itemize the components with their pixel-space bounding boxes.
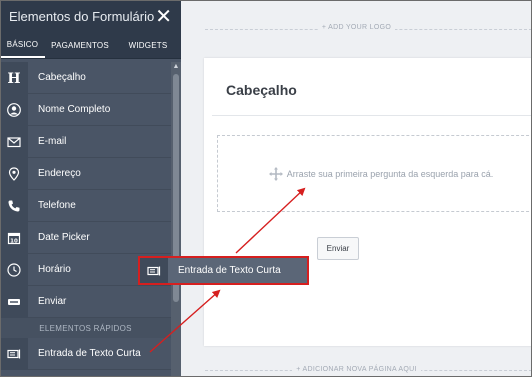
- sidebar-tabs: BÁSICO PAGAMENTOS WIDGETS: [0, 33, 181, 59]
- add-page-label[interactable]: + ADICIONAR NOVA PÁGINA AQUI: [292, 366, 421, 373]
- dragged-short-text-element[interactable]: Entrada de Texto Curta: [138, 256, 309, 285]
- add-logo-link[interactable]: + ADD YOUR LOGO: [181, 24, 532, 31]
- drop-zone[interactable]: Arraste sua primeira pergunta da esquerd…: [217, 135, 532, 212]
- form-card: Cabeçalho Arraste sua primeira pergunta …: [204, 58, 532, 346]
- sidebar-item-submit[interactable]: Enviar: [0, 285, 171, 318]
- sidebar-item-label: Nome Completo: [38, 104, 111, 115]
- dragged-element-label: Entrada de Texto Curta: [178, 265, 281, 276]
- quick-elements-heading: ELEMENTOS RÁPIDOS: [0, 318, 171, 338]
- form-elements-sidebar: Elementos do Formulário ✕ BÁSICO PAGAMEN…: [0, 0, 181, 377]
- sidebar-item-full-name[interactable]: Nome Completo: [0, 93, 171, 126]
- move-icon: [268, 166, 283, 181]
- clock-icon: [0, 253, 28, 286]
- close-icon[interactable]: ✕: [155, 7, 172, 27]
- sidebar-title: Elementos do Formulário: [9, 9, 155, 24]
- add-logo-label[interactable]: + ADD YOUR LOGO: [317, 24, 396, 31]
- submit-button[interactable]: Enviar: [317, 237, 359, 260]
- phone-icon: [0, 189, 28, 222]
- tab-widgets[interactable]: WIDGETS: [115, 33, 181, 58]
- send-icon: [0, 285, 28, 318]
- sidebar-item-short-text[interactable]: Entrada de Texto Curta: [0, 337, 171, 370]
- sidebar-item-label: Entrada de Texto Curta: [38, 348, 141, 359]
- svg-text:H: H: [7, 71, 20, 85]
- sidebar-item-label: Horário: [38, 264, 71, 275]
- tab-payments[interactable]: PAGAMENTOS: [45, 33, 115, 58]
- envelope-icon: [0, 125, 28, 158]
- sidebar-item-label: Endereço: [38, 168, 81, 179]
- short-text-icon: [140, 258, 168, 283]
- sidebar-item-label: Cabeçalho: [38, 72, 86, 83]
- short-text-icon: [0, 337, 28, 370]
- drop-zone-text: Arraste sua primeira pergunta da esquerd…: [286, 168, 494, 179]
- element-list: H Cabeçalho Nome Completo E-mail Endereç…: [0, 61, 171, 370]
- scroll-up-icon[interactable]: ▲: [171, 62, 181, 72]
- sidebar-item-email[interactable]: E-mail: [0, 125, 171, 158]
- map-pin-icon: [0, 157, 28, 190]
- user-icon: [0, 93, 28, 126]
- sidebar-item-label: E-mail: [38, 136, 67, 147]
- sidebar-item-label: Date Picker: [38, 232, 90, 243]
- sidebar-item-label: Enviar: [38, 296, 67, 307]
- sidebar-header: Elementos do Formulário ✕: [0, 0, 181, 33]
- add-page-link[interactable]: + ADICIONAR NOVA PÁGINA AQUI: [181, 366, 532, 373]
- form-canvas: + ADD YOUR LOGO Cabeçalho Arraste sua pr…: [181, 0, 532, 377]
- sidebar-item-address[interactable]: Endereço: [0, 157, 171, 190]
- heading-divider: [212, 115, 532, 116]
- sidebar-item-heading[interactable]: H Cabeçalho: [0, 61, 171, 94]
- calendar-icon: 10: [0, 221, 28, 254]
- svg-text:10: 10: [10, 238, 18, 244]
- sidebar-item-label: Telefone: [38, 200, 76, 211]
- sidebar-item-phone[interactable]: Telefone: [0, 189, 171, 222]
- heading-icon: H: [0, 61, 28, 94]
- form-heading[interactable]: Cabeçalho: [226, 82, 297, 98]
- sidebar-scrollbar[interactable]: ▲: [171, 62, 181, 377]
- tab-basic[interactable]: BÁSICO: [0, 33, 45, 58]
- sidebar-item-date-picker[interactable]: 10 Date Picker: [0, 221, 171, 254]
